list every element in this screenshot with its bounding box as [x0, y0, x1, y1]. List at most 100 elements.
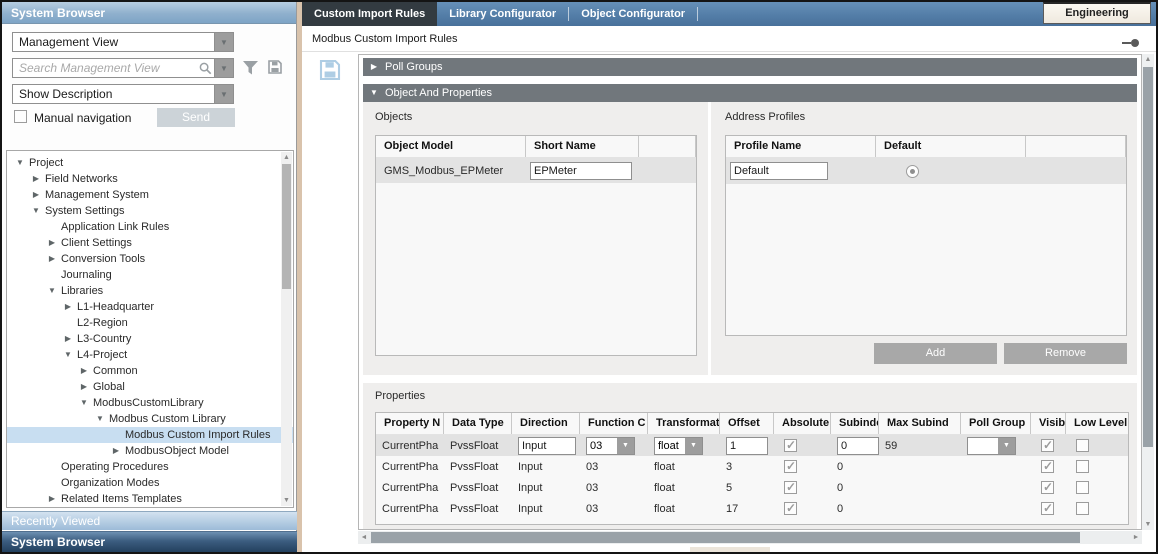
tree-item-modbusobject-model[interactable]: ▶ModbusObject Model	[7, 443, 293, 459]
poll-groups-section-header[interactable]: ▶ Poll Groups	[363, 58, 1137, 76]
collapse-arrow-icon[interactable]: ▼	[61, 347, 75, 363]
scroll-up-icon[interactable]: ▲	[281, 152, 292, 163]
column-header-low-level-cor[interactable]: Low Level Cor	[1066, 413, 1129, 434]
add-button[interactable]: Add	[874, 343, 997, 364]
vertical-scrollbar-thumb[interactable]	[1143, 67, 1153, 447]
tree-item-related-items-templates[interactable]: ▶Related Items Templates	[7, 491, 293, 507]
view-selector-dropdown[interactable]: Management View ▼	[12, 32, 234, 52]
save-icon[interactable]	[318, 58, 342, 87]
short-name-input[interactable]	[530, 162, 632, 180]
horizontal-scrollbar-thumb[interactable]	[371, 532, 1080, 543]
subindex-input[interactable]	[837, 437, 879, 455]
visible-checkbox[interactable]	[1041, 502, 1054, 515]
tree-item-conversion-tools[interactable]: ▶Conversion Tools	[7, 251, 293, 267]
tab-library-configurator[interactable]: Library Configurator	[437, 2, 568, 26]
low-level-checkbox[interactable]	[1076, 460, 1089, 473]
absolute-checkbox[interactable]	[784, 481, 797, 494]
expand-arrow-icon[interactable]: ▶	[363, 58, 385, 76]
collapse-arrow-icon[interactable]: ▼	[13, 155, 27, 171]
column-header-subinde[interactable]: Subinde	[831, 413, 879, 434]
column-header-object-model[interactable]: Object Model	[376, 136, 526, 157]
scroll-up-icon[interactable]: ▲	[1142, 54, 1154, 65]
description-mode-dropdown[interactable]: Show Description ▼	[12, 84, 234, 104]
column-header-absolute[interactable]: Absolute	[774, 413, 831, 434]
tree-item-application-link-rules[interactable]: Application Link Rules	[7, 219, 293, 235]
tree-item-l1-headquarter[interactable]: ▶L1-Headquarter	[7, 299, 293, 315]
tree-item-modbus-custom-import-rules[interactable]: Modbus Custom Import Rules	[7, 427, 293, 443]
column-header-direction[interactable]: Direction	[512, 413, 580, 434]
scroll-left-icon[interactable]: ◄	[358, 531, 370, 544]
search-history-chevron-icon[interactable]: ▼	[214, 59, 233, 77]
horizontal-scrollbar[interactable]: ◄ ►	[358, 531, 1142, 544]
column-header-profile-name[interactable]: Profile Name	[726, 136, 876, 157]
poll-group-select[interactable]: ▼	[967, 437, 1016, 455]
dropdown-arrow-icon[interactable]: ▼	[998, 438, 1015, 454]
column-header-poll-group[interactable]: Poll Group	[961, 413, 1031, 434]
tab-custom-import-rules[interactable]: Custom Import Rules	[302, 2, 437, 26]
vertical-scrollbar[interactable]: ▲ ▼	[1142, 54, 1154, 530]
object-and-properties-section-header[interactable]: ▼ Object And Properties	[363, 84, 1137, 102]
chevron-down-icon[interactable]: ▼	[214, 85, 233, 103]
column-header-default[interactable]: Default	[876, 136, 1026, 157]
column-header-short-name[interactable]: Short Name	[526, 136, 639, 157]
search-icon[interactable]	[196, 59, 214, 77]
expand-arrow-icon[interactable]: ▶	[77, 363, 91, 379]
default-radio[interactable]	[906, 165, 919, 178]
dropdown-arrow-icon[interactable]: ▼	[617, 438, 634, 454]
column-header-offset[interactable]: Offset	[720, 413, 774, 434]
tree-item-common[interactable]: ▶Common	[7, 363, 293, 379]
collapse-arrow-icon[interactable]: ▼	[29, 203, 43, 219]
expand-arrow-icon[interactable]: ▶	[29, 187, 43, 203]
system-browser-bar[interactable]: System Browser	[2, 531, 297, 552]
direction-input[interactable]	[518, 437, 576, 455]
expand-arrow-icon[interactable]: ▶	[109, 443, 123, 459]
profile-name-input[interactable]	[730, 162, 828, 180]
address-profile-row[interactable]	[726, 158, 1126, 184]
column-header-function-c[interactable]: Function C	[580, 413, 648, 434]
chevron-down-icon[interactable]: ▼	[214, 33, 233, 51]
function-code-select[interactable]: 03▼	[586, 437, 635, 455]
expand-arrow-icon[interactable]: ▶	[45, 491, 59, 507]
low-level-checkbox[interactable]	[1076, 481, 1089, 494]
scroll-down-icon[interactable]: ▼	[1142, 519, 1154, 530]
tree-item-l2-region[interactable]: L2-Region	[7, 315, 293, 331]
absolute-checkbox[interactable]	[784, 460, 797, 473]
save-search-icon[interactable]	[267, 59, 283, 75]
tree-item-field-networks[interactable]: ▶Field Networks	[7, 171, 293, 187]
filter-icon[interactable]	[242, 60, 259, 75]
absolute-checkbox[interactable]	[784, 502, 797, 515]
dropdown-arrow-icon[interactable]: ▼	[685, 438, 702, 454]
tree-item-organization-modes[interactable]: Organization Modes	[7, 475, 293, 491]
tree-item-modbuscustomlibrary[interactable]: ▼ModbusCustomLibrary	[7, 395, 293, 411]
recently-viewed-bar[interactable]: Recently Viewed	[2, 511, 297, 530]
collapse-arrow-icon[interactable]: ▼	[93, 411, 107, 427]
visible-checkbox[interactable]	[1041, 439, 1054, 452]
search-input[interactable]	[13, 59, 196, 77]
expand-arrow-icon[interactable]: ▶	[45, 235, 59, 251]
absolute-checkbox[interactable]	[784, 439, 797, 452]
tree-item-l3-country[interactable]: ▶L3-Country	[7, 331, 293, 347]
tree-item-l4-project[interactable]: ▼L4-Project	[7, 347, 293, 363]
column-header-transformat[interactable]: Transformat	[648, 413, 720, 434]
tree-item-libraries[interactable]: ▼Libraries	[7, 283, 293, 299]
expand-arrow-icon[interactable]: ▶	[29, 171, 43, 187]
low-level-checkbox[interactable]	[1076, 439, 1089, 452]
collapse-arrow-icon[interactable]: ▼	[45, 283, 59, 299]
column-header-property-n[interactable]: Property N	[376, 413, 444, 434]
visible-checkbox[interactable]	[1041, 481, 1054, 494]
scroll-right-icon[interactable]: ►	[1130, 531, 1142, 544]
expand-arrow-icon[interactable]: ▶	[45, 251, 59, 267]
tree-item-operating-procedures[interactable]: Operating Procedures	[7, 459, 293, 475]
low-level-checkbox[interactable]	[1076, 502, 1089, 515]
splitter-handle[interactable]	[690, 547, 770, 554]
collapse-arrow-icon[interactable]: ▼	[77, 395, 91, 411]
tab-object-configurator[interactable]: Object Configurator	[569, 2, 697, 26]
column-header-data-type[interactable]: Data Type	[444, 413, 512, 434]
objects-row[interactable]: GMS_Modbus_EPMeter	[376, 158, 696, 183]
remove-button[interactable]: Remove	[1004, 343, 1127, 364]
visible-checkbox[interactable]	[1041, 460, 1054, 473]
tree-scrollbar-thumb[interactable]	[282, 164, 291, 289]
column-header-max-subind[interactable]: Max Subind	[879, 413, 961, 434]
transformation-select[interactable]: float▼	[654, 437, 703, 455]
properties-row[interactable]: CurrentPhaPvssFloat03▼float▼59▼	[376, 435, 1128, 456]
